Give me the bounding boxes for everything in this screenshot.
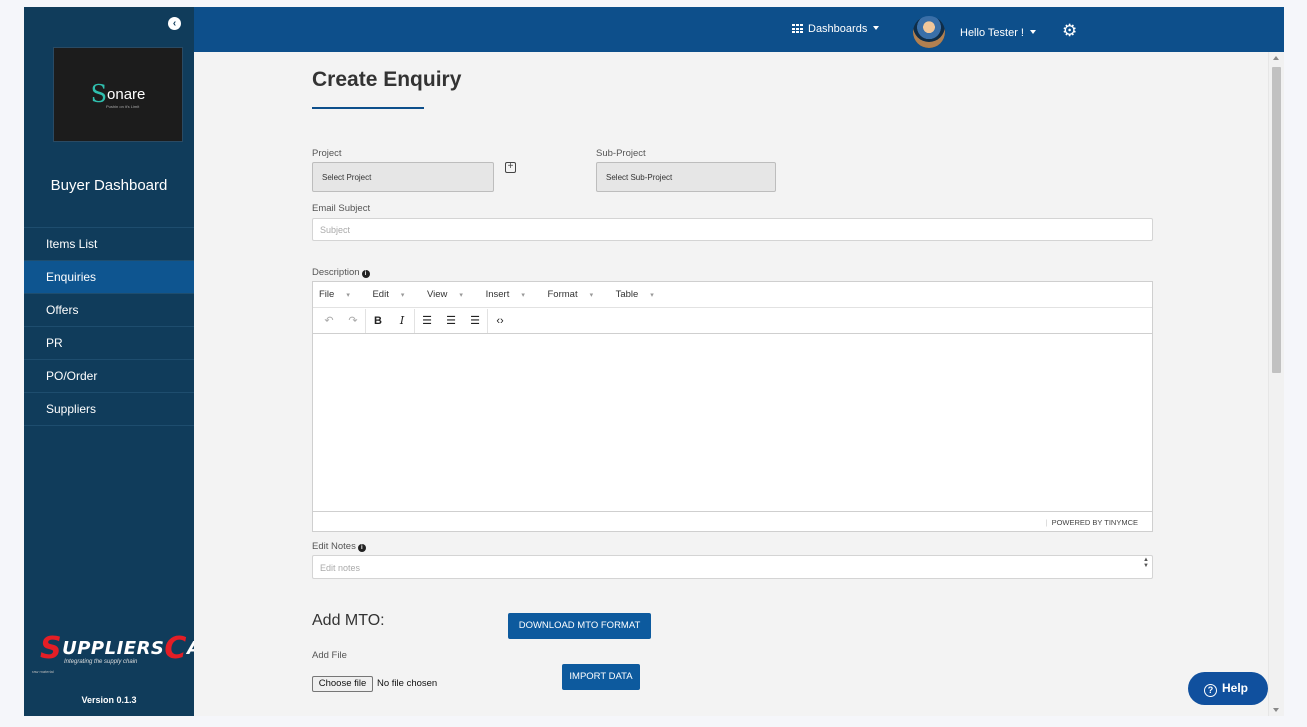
supplierscave-logo: SUPPLIERSCAVE Integrating the supply cha… xyxy=(30,617,227,677)
bold-icon[interactable]: B xyxy=(366,315,390,327)
caret-down-icon xyxy=(873,26,880,30)
main-content: Create Enquiry Project Select Project + … xyxy=(194,52,1268,716)
powered-by-label: POWERED BY TINYMCE xyxy=(1051,518,1138,527)
supplierscave-tagline: Integrating the supply chain xyxy=(64,659,138,665)
resize-handle-icon[interactable]: ▲ ▼ xyxy=(1143,557,1149,569)
help-button[interactable]: ? Help xyxy=(1188,672,1268,705)
align-right-icon[interactable]: ☰ xyxy=(463,314,487,327)
description-label: Description xyxy=(312,267,360,278)
sidebar-item-pr[interactable]: PR xyxy=(24,327,194,360)
edit-notes-placeholder: Edit notes xyxy=(320,563,361,573)
sidebar-item-enquiries[interactable]: Enquiries xyxy=(24,261,194,294)
align-left-icon[interactable]: ☰ xyxy=(415,314,439,327)
redo-icon[interactable]: ↷ xyxy=(341,314,365,327)
subproject-select[interactable]: Select Sub-Project xyxy=(596,162,776,192)
editor-menu-file[interactable]: File ▾ xyxy=(319,289,360,300)
info-icon: i xyxy=(357,544,366,552)
company-logo: Sonare Pushin on it's Limit xyxy=(54,48,182,141)
editor-menu-insert[interactable]: Insert ▾ xyxy=(486,289,535,300)
editor-menu-format[interactable]: Format ▾ xyxy=(548,289,604,300)
email-subject-label: Email Subject xyxy=(312,203,371,214)
title-underline xyxy=(312,107,424,109)
import-data-button[interactable]: IMPORT DATA xyxy=(562,664,640,690)
scroll-down-icon[interactable] xyxy=(1273,708,1279,712)
supplierscave-raw-label: raw material xyxy=(32,669,54,674)
edit-notes-textarea[interactable]: Edit notes ▲ ▼ xyxy=(312,555,1153,579)
collapse-sidebar-icon[interactable]: ‹ xyxy=(168,17,181,30)
sidebar: ‹ Sonare Pushin on it's Limit Buyer Dash… xyxy=(24,7,227,716)
editor-statusbar: | POWERED BY TINYMCE xyxy=(313,511,1152,531)
edit-notes-label: Edit Notes xyxy=(312,541,356,552)
description-label-row: Description i xyxy=(312,267,370,278)
logo-tagline: Pushin on it's Limit xyxy=(106,104,140,109)
scrollbar-thumb[interactable] xyxy=(1272,67,1281,373)
source-code-icon[interactable]: ‹› xyxy=(488,315,512,327)
dashboard-title: Buyer Dashboard xyxy=(50,177,168,194)
grid-icon xyxy=(792,24,803,33)
user-menu[interactable]: Hello Tester ! xyxy=(960,27,1036,39)
add-project-icon[interactable]: + xyxy=(505,162,516,173)
greeting-label: Hello Tester ! xyxy=(960,27,1024,39)
project-select[interactable]: Select Project xyxy=(312,162,494,192)
choose-file-button[interactable]: Choose file xyxy=(312,676,373,692)
align-center-icon[interactable]: ☰ xyxy=(439,314,463,327)
info-icon: i xyxy=(361,270,370,278)
undo-icon[interactable]: ↶ xyxy=(317,314,341,327)
caret-down-icon xyxy=(1030,30,1036,34)
gear-icon[interactable]: ⚙ xyxy=(1062,22,1077,39)
editor-menubar: File ▾ Edit ▾ View ▾ Insert ▾ Format ▾ Table ▾ xyxy=(313,282,1152,308)
email-subject-input[interactable]: Subject xyxy=(312,218,1153,241)
sidebar-item-po-order[interactable]: PO/Order xyxy=(24,360,194,393)
scroll-up-icon[interactable] xyxy=(1273,56,1279,60)
editor-menu-view[interactable]: View ▾ xyxy=(427,289,473,300)
dashboards-dropdown[interactable]: Dashboards xyxy=(792,23,880,35)
edit-notes-label-row: Edit Notes i xyxy=(312,541,366,552)
question-icon: ? xyxy=(1204,684,1217,697)
editor-toolbar: ↶ ↷ B I ☰ ☰ ☰ ‹› xyxy=(313,308,1152,334)
sidebar-item-offers[interactable]: Offers xyxy=(24,294,194,327)
sidebar-item-items-list[interactable]: Items List xyxy=(24,228,194,261)
project-label: Project xyxy=(312,148,342,159)
add-mto-heading: Add MTO: xyxy=(312,612,385,629)
editor-content-area[interactable] xyxy=(313,334,1152,532)
app-window: ‹ Sonare Pushin on it's Limit Buyer Dash… xyxy=(24,7,1284,716)
version-label: Version 0.1.3 xyxy=(81,695,137,705)
sidebar-nav: Items List Enquiries Offers PR PO/Order … xyxy=(24,227,194,426)
download-mto-format-button[interactable]: DOWNLOAD MTO FORMAT xyxy=(508,613,651,639)
editor-menu-edit[interactable]: Edit ▾ xyxy=(372,289,414,300)
sidebar-item-suppliers[interactable]: Suppliers xyxy=(24,393,194,426)
vertical-scrollbar[interactable] xyxy=(1268,52,1284,716)
editor-menu-table[interactable]: Table ▾ xyxy=(616,289,664,300)
description-editor: File ▾ Edit ▾ View ▾ Insert ▾ Format ▾ Table ▾… xyxy=(312,281,1153,532)
top-bar: Dashboards Hello Tester ! ⚙ xyxy=(194,7,1284,52)
italic-icon[interactable]: I xyxy=(390,314,414,327)
add-file-label: Add File xyxy=(312,650,347,661)
page-title: Create Enquiry xyxy=(312,68,462,91)
subproject-label: Sub-Project xyxy=(596,148,646,159)
help-label: Help xyxy=(1222,681,1249,695)
avatar[interactable] xyxy=(913,16,945,48)
file-status: No file chosen xyxy=(377,678,438,689)
dashboards-label: Dashboards xyxy=(808,23,868,35)
